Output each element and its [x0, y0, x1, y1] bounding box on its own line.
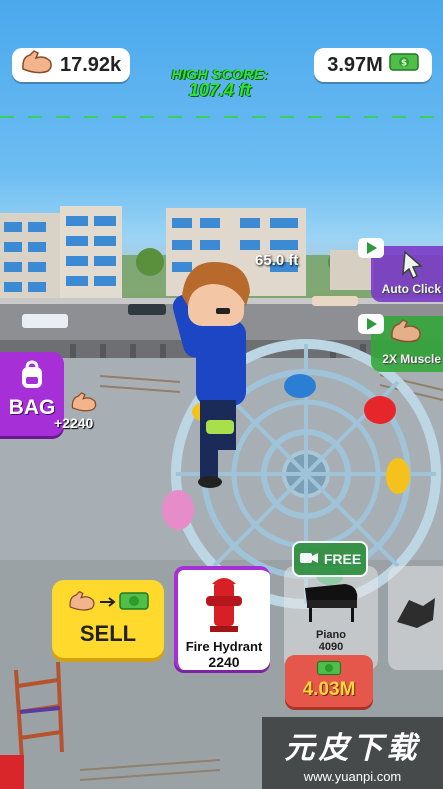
piano-icon — [284, 578, 378, 629]
watch-ad-icon[interactable] — [358, 314, 384, 334]
player-height-label: 65.0 ft — [255, 252, 299, 269]
video-camera-icon — [299, 550, 319, 569]
flexed-bicep-icon — [20, 49, 54, 81]
item-cost: 4090 — [318, 641, 344, 653]
2x-muscle-label: 2X Muscle — [382, 352, 441, 366]
high-score: HIGH SCORE: 107.4 ft — [150, 66, 290, 101]
building-left — [0, 206, 122, 303]
locked-item-icon — [388, 592, 443, 637]
backpack-icon — [0, 360, 64, 396]
cursor-click-icon — [391, 250, 431, 283]
arrow-right-icon — [99, 595, 117, 613]
watermark-url: www.yuanpi.com — [303, 769, 402, 784]
fire-hydrant-icon — [178, 572, 270, 639]
upgrade-price-value: 4.03M — [302, 679, 356, 700]
auto-click-label: Auto Click — [381, 282, 441, 296]
sell-label: SELL — [79, 621, 137, 646]
muscle-gain: +2240 — [54, 390, 112, 431]
item-name: Piano — [316, 629, 346, 641]
money-value: 3.97M — [327, 53, 383, 76]
game-screen[interactable]: 17.92k 3.97M $ HIGH SCORE: 107.4 ft 65.0… — [0, 0, 443, 789]
dollar-bill-icon — [119, 590, 149, 617]
sell-button[interactable]: SELL — [52, 580, 164, 658]
free-button[interactable]: FREE — [292, 541, 368, 577]
high-score-value: 107.4 ft — [188, 80, 252, 100]
muscle-counter: 17.92k — [12, 48, 130, 82]
high-score-line — [0, 116, 443, 118]
svg-text:$: $ — [401, 59, 407, 69]
item-name: Fire Hydrant — [185, 639, 263, 654]
money-counter: 3.97M $ — [314, 48, 432, 82]
muscle-gain-value: +2240 — [54, 415, 94, 431]
item-cost: 2240 — [208, 654, 240, 670]
watermark: 元皮下载 www.yuanpi.com — [262, 717, 443, 789]
upgrade-price-button[interactable]: 4.03M — [285, 655, 373, 707]
item-card-locked[interactable] — [388, 566, 443, 670]
watch-ad-icon[interactable] — [358, 238, 384, 258]
dollar-bill-icon: $ — [389, 51, 419, 79]
flexed-bicep-icon — [389, 318, 423, 347]
flexed-bicep-icon — [67, 590, 97, 617]
muscle-value: 17.92k — [60, 53, 122, 76]
watermark-title: 元皮下载 — [284, 732, 421, 765]
item-card-fire-hydrant[interactable]: Fire Hydrant 2240 — [174, 566, 270, 670]
free-label: FREE — [323, 551, 362, 567]
